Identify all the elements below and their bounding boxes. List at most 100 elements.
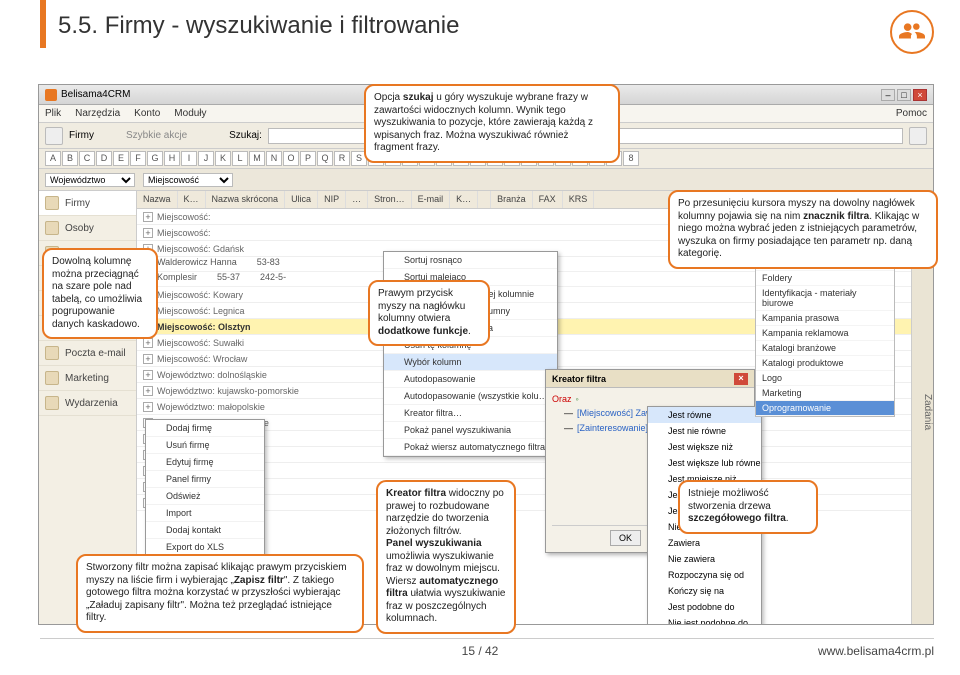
- menu-item[interactable]: Jest większe niż: [648, 439, 761, 455]
- category-item[interactable]: Identyfikacja - materiały biurowe: [756, 286, 894, 311]
- menu-item[interactable]: Odśwież: [146, 488, 264, 505]
- expand-icon[interactable]: +: [143, 402, 153, 412]
- alpha-M[interactable]: M: [249, 151, 265, 166]
- menu-narzedzia[interactable]: Narzędzia: [75, 108, 120, 119]
- group-wojewodztwo[interactable]: Województwo: [45, 173, 135, 187]
- menu-item[interactable]: Autodopasowanie: [384, 371, 557, 388]
- category-item[interactable]: Marketing: [756, 386, 894, 401]
- column-header[interactable]: [478, 191, 491, 208]
- menu-plik[interactable]: Plik: [45, 108, 61, 119]
- expand-icon[interactable]: +: [143, 212, 153, 222]
- nav-item[interactable]: Osoby: [39, 216, 136, 241]
- alpha-D[interactable]: D: [96, 151, 112, 166]
- menu-item[interactable]: Edytuj firmę: [146, 454, 264, 471]
- search-icon[interactable]: [909, 127, 927, 145]
- column-header[interactable]: …: [346, 191, 368, 208]
- column-header[interactable]: KRS: [563, 191, 595, 208]
- alpha-B[interactable]: B: [62, 151, 78, 166]
- category-item[interactable]: Katalogi branżowe: [756, 341, 894, 356]
- menu-item[interactable]: Dodaj kontakt: [146, 522, 264, 539]
- menu-item[interactable]: Nie zawiera: [648, 551, 761, 567]
- alpha-R[interactable]: R: [334, 151, 350, 166]
- expand-icon[interactable]: +: [143, 386, 153, 396]
- menu-pomoc[interactable]: Pomoc: [896, 108, 927, 119]
- window-title: Belisama4CRM: [61, 89, 130, 100]
- menu-item[interactable]: Jest równe: [648, 407, 761, 423]
- alpha-H[interactable]: H: [164, 151, 180, 166]
- menu-item[interactable]: Dodaj firmę: [146, 420, 264, 437]
- column-header[interactable]: K…: [450, 191, 478, 208]
- section-icon: [890, 10, 934, 54]
- filter-andor[interactable]: Oraz: [552, 394, 572, 404]
- alpha-8[interactable]: 8: [623, 151, 639, 166]
- nav-item[interactable]: Poczta e-mail: [39, 341, 136, 366]
- expand-icon[interactable]: +: [143, 370, 153, 380]
- nav-icon: [45, 346, 59, 360]
- callout-filter-tree: Istnieje możliwość stworzenia drzewa szc…: [678, 480, 818, 534]
- menu-item[interactable]: Nie jest podobne do: [648, 615, 761, 624]
- column-header[interactable]: Stron…: [368, 191, 412, 208]
- filter-condition-2-field[interactable]: [Zainteresowanie]: [577, 423, 648, 433]
- category-item[interactable]: Kampania prasowa: [756, 311, 894, 326]
- alpha-N[interactable]: N: [266, 151, 282, 166]
- menu-item[interactable]: Kreator filtra…: [384, 405, 557, 422]
- maximize-button[interactable]: □: [897, 89, 911, 101]
- grouping-bar[interactable]: Województwo Miejscowość: [39, 169, 933, 191]
- alpha-F[interactable]: F: [130, 151, 146, 166]
- page-counter: 15 / 42: [462, 644, 499, 658]
- menu-item[interactable]: Jest większe lub równe: [648, 455, 761, 471]
- column-header[interactable]: Nazwa: [137, 191, 178, 208]
- group-label: Miejscowość:: [157, 212, 211, 222]
- menu-item[interactable]: Zawiera: [648, 535, 761, 551]
- alpha-C[interactable]: C: [79, 151, 95, 166]
- alpha-E[interactable]: E: [113, 151, 129, 166]
- column-header[interactable]: FAX: [533, 191, 563, 208]
- alpha-Q[interactable]: Q: [317, 151, 333, 166]
- menu-item[interactable]: Autodopasowanie (wszystkie kolu…): [384, 388, 557, 405]
- alpha-A[interactable]: A: [45, 151, 61, 166]
- menu-item[interactable]: Pokaż panel wyszukiwania: [384, 422, 557, 439]
- menu-item[interactable]: Pokaż wiersz automatycznego filtra: [384, 439, 557, 456]
- alpha-L[interactable]: L: [232, 151, 248, 166]
- alpha-P[interactable]: P: [300, 151, 316, 166]
- menu-konto[interactable]: Konto: [134, 108, 160, 119]
- alpha-J[interactable]: J: [198, 151, 214, 166]
- close-icon[interactable]: ×: [734, 373, 748, 385]
- menu-item[interactable]: Panel firmy: [146, 471, 264, 488]
- column-header[interactable]: Nazwa skrócona: [206, 191, 286, 208]
- menu-item[interactable]: Kończy się na: [648, 583, 761, 599]
- menu-item[interactable]: Rozpoczyna się od: [648, 567, 761, 583]
- category-item[interactable]: Katalogi produktowe: [756, 356, 894, 371]
- expand-icon[interactable]: +: [143, 354, 153, 364]
- group-miejscowosc[interactable]: Miejscowość: [143, 173, 233, 187]
- close-button[interactable]: ×: [913, 89, 927, 101]
- menu-item[interactable]: Wybór kolumn: [384, 354, 557, 371]
- nav-item[interactable]: Marketing: [39, 366, 136, 391]
- nav-item[interactable]: Wydarzenia: [39, 391, 136, 416]
- callout-search: Opcja szukaj u góry wyszukuje wybrane fr…: [364, 84, 620, 163]
- column-header[interactable]: NIP: [318, 191, 346, 208]
- alpha-I[interactable]: I: [181, 151, 197, 166]
- category-item[interactable]: Kampania reklamowa: [756, 326, 894, 341]
- menu-moduly[interactable]: Moduły: [174, 108, 206, 119]
- menu-item[interactable]: Sortuj rosnąco: [384, 252, 557, 269]
- alpha-O[interactable]: O: [283, 151, 299, 166]
- menu-item[interactable]: Usuń firmę: [146, 437, 264, 454]
- expand-icon[interactable]: +: [143, 228, 153, 238]
- alpha-K[interactable]: K: [215, 151, 231, 166]
- category-item[interactable]: Foldery: [756, 271, 894, 286]
- column-header[interactable]: E-mail: [412, 191, 451, 208]
- minimize-button[interactable]: –: [881, 89, 895, 101]
- menu-item[interactable]: Import: [146, 505, 264, 522]
- menu-item[interactable]: Jest nie równe: [648, 423, 761, 439]
- category-item[interactable]: Logo: [756, 371, 894, 386]
- column-header[interactable]: Ulica: [285, 191, 318, 208]
- expand-icon[interactable]: +: [143, 338, 153, 348]
- alpha-G[interactable]: G: [147, 151, 163, 166]
- column-header[interactable]: Branża: [491, 191, 533, 208]
- ok-button[interactable]: OK: [610, 530, 641, 546]
- column-header[interactable]: K…: [178, 191, 206, 208]
- nav-item[interactable]: Firmy: [39, 191, 136, 216]
- category-item[interactable]: Oprogramowanie: [756, 401, 894, 416]
- menu-item[interactable]: Jest podobne do: [648, 599, 761, 615]
